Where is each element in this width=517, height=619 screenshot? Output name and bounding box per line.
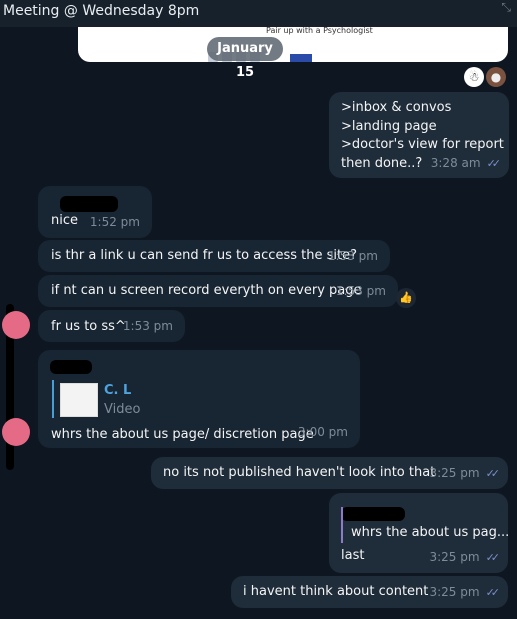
date-divider: January 15 (207, 37, 283, 80)
message-reactions[interactable]: ☃ ● (464, 67, 506, 87)
message-text: i havent think about content (243, 584, 429, 599)
user-reaction-avatar[interactable]: ● (486, 67, 506, 87)
message-incoming-2[interactable]: is thr a link u can send fr us to access… (38, 240, 390, 272)
message-outgoing-2[interactable]: no its not published haven't look into t… (151, 457, 508, 489)
quote-media-type: Video (104, 402, 141, 417)
message-text: nice (51, 213, 78, 228)
message-time: 3:25 pm ✓✓ (429, 466, 501, 480)
redacted-sender-name (341, 507, 405, 521)
redacted-sender-name (60, 196, 118, 212)
message-time: 1:53 pm (335, 284, 386, 298)
message-outgoing-1[interactable]: >inbox & convos >landing page >doctor's … (329, 92, 509, 178)
message-text: last (341, 548, 365, 563)
message-time: 3:00 pm (297, 425, 348, 439)
quote-text: whrs the about us pag... (351, 525, 510, 540)
link-preview-text: Pair up with a Psychologist (266, 26, 373, 35)
video-thumbnail (60, 383, 98, 417)
message-text: whrs the about us page/ discretion page (51, 427, 314, 442)
reply-quote[interactable] (341, 507, 343, 543)
message-incoming-5[interactable]: C. L Video whrs the about us page/ discr… (38, 350, 360, 448)
message-line: then done..? (341, 156, 423, 171)
read-ticks-icon: ✓✓ (485, 551, 501, 564)
message-outgoing-4[interactable]: i havent think about content 3:25 pm ✓✓ (231, 576, 508, 608)
message-line: >landing page (341, 119, 437, 134)
reply-quote[interactable] (52, 380, 54, 418)
message-time: 1:53 pm (122, 319, 173, 333)
message-time: 1:53 pm (327, 249, 378, 263)
read-ticks-icon: ✓✓ (486, 157, 502, 170)
quote-sender-name: C. L (104, 383, 132, 398)
sender-avatar[interactable] (2, 418, 30, 446)
chat-title: Meeting @ Wednesday 8pm (3, 3, 200, 19)
chat-header: Meeting @ Wednesday 8pm ⤡ (0, 0, 517, 27)
read-ticks-icon: ✓✓ (485, 586, 501, 599)
message-incoming-1[interactable]: nice 1:52 pm (38, 186, 152, 238)
message-time: 1:52 pm (89, 215, 140, 229)
message-incoming-4[interactable]: fr us to ss^ 1:53 pm (38, 310, 185, 342)
expand-icon[interactable]: ⤡ (501, 0, 511, 15)
message-time: 3:25 pm ✓✓ (429, 585, 501, 599)
message-time: 3:25 pm ✓✓ (429, 550, 501, 564)
message-outgoing-3[interactable]: whrs the about us pag... last 3:25 pm ✓✓ (329, 493, 510, 573)
link-preview-button (290, 54, 312, 62)
message-text: is thr a link u can send fr us to access… (51, 248, 357, 263)
message-text: if nt can u screen record everyth on eve… (51, 283, 362, 298)
thumbs-up-reaction-icon[interactable]: 👍 (396, 288, 416, 308)
read-ticks-icon: ✓✓ (485, 467, 501, 480)
message-line: >inbox & convos (341, 100, 452, 115)
message-incoming-3[interactable]: if nt can u screen record everyth on eve… (38, 275, 398, 307)
snowman-reaction-icon[interactable]: ☃ (464, 67, 484, 87)
message-line: >doctor's view for report (341, 137, 504, 152)
redacted-sender-name (50, 360, 92, 374)
message-text: fr us to ss^ (51, 319, 126, 334)
sender-avatar[interactable] (2, 311, 30, 339)
message-time: 3:28 am ✓✓ (430, 156, 502, 170)
message-text: no its not published haven't look into t… (163, 465, 436, 480)
